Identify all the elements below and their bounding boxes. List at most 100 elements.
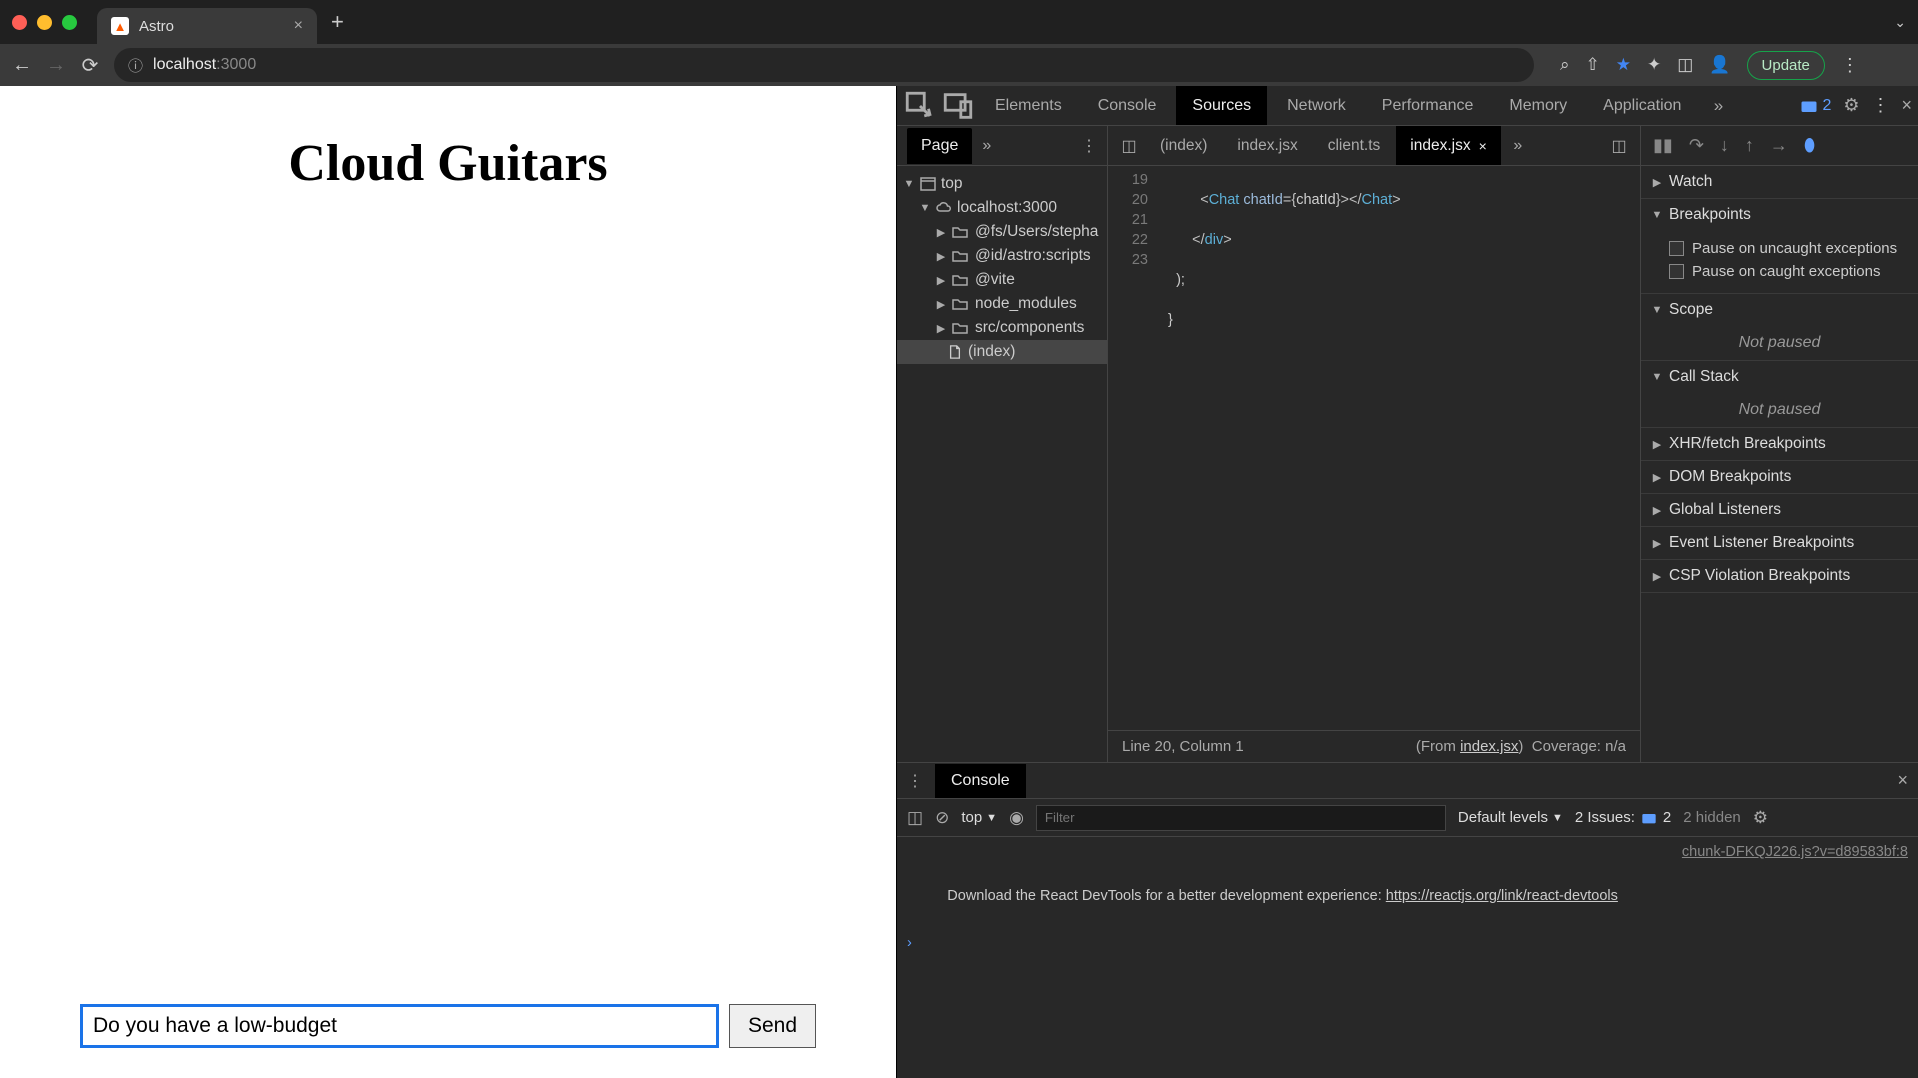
tree-folder[interactable]: ▶ @vite: [897, 268, 1107, 292]
toggle-sidebar-icon[interactable]: ◫: [907, 808, 923, 828]
debug-controls: ▮▮ ↷ ↓ ↑ → ⬮: [1641, 126, 1918, 166]
console-issues[interactable]: 2 Issues: 2: [1575, 809, 1671, 826]
editor-tab[interactable]: client.ts: [1314, 126, 1395, 165]
back-button[interactable]: ←: [12, 54, 32, 77]
call-stack-section[interactable]: ▼Call Stack: [1641, 361, 1918, 393]
close-tab-icon[interactable]: ×: [294, 17, 303, 35]
site-info-icon[interactable]: ⓘ: [128, 55, 143, 76]
dom-breakpoints-section[interactable]: ▶DOM Breakpoints: [1641, 461, 1918, 493]
toggle-debugger-icon[interactable]: ◫: [1604, 136, 1634, 156]
watch-section[interactable]: ▶Watch: [1641, 166, 1918, 198]
tree-folder[interactable]: ▶ @id/astro:scripts: [897, 244, 1107, 268]
step-out-icon[interactable]: ↑: [1745, 135, 1754, 156]
close-editor-tab-icon[interactable]: ×: [1479, 138, 1487, 154]
browser-tab[interactable]: ▲ Astro ×: [97, 8, 317, 44]
tree-file[interactable]: (index): [897, 340, 1107, 364]
toggle-navigator-icon[interactable]: ◫: [1114, 136, 1144, 156]
tree-top[interactable]: ▼ top: [897, 172, 1107, 196]
devtools-menu-icon[interactable]: ⋮: [1871, 95, 1889, 116]
inspect-element-icon[interactable]: [903, 89, 937, 123]
console-prompt[interactable]: ›: [907, 935, 1908, 951]
global-listeners-section[interactable]: ▶Global Listeners: [1641, 494, 1918, 526]
devtools-tab-elements[interactable]: Elements: [979, 86, 1078, 125]
more-tabs-icon[interactable]: »: [1701, 96, 1735, 116]
devtools-tab-sources[interactable]: Sources: [1176, 86, 1267, 125]
clear-console-icon[interactable]: ⊘: [935, 808, 949, 828]
devtools-tab-performance[interactable]: Performance: [1366, 86, 1490, 125]
step-icon[interactable]: →: [1770, 135, 1788, 156]
cursor-position: Line 20, Column 1: [1122, 738, 1244, 755]
devtools-tab-memory[interactable]: Memory: [1493, 86, 1583, 125]
step-into-icon[interactable]: ↓: [1720, 135, 1729, 156]
devtools-tab-application[interactable]: Application: [1587, 86, 1697, 125]
hidden-count[interactable]: 2 hidden: [1683, 809, 1741, 826]
side-panel-icon[interactable]: ◫: [1677, 55, 1693, 75]
browser-menu-icon[interactable]: ⋮: [1841, 55, 1859, 76]
forward-button[interactable]: →: [46, 54, 66, 77]
devtools-tab-network[interactable]: Network: [1271, 86, 1362, 125]
log-levels-dropdown[interactable]: Default levels ▼: [1458, 809, 1563, 826]
live-expression-icon[interactable]: ◉: [1009, 808, 1024, 828]
tree-folder[interactable]: ▶ node_modules: [897, 292, 1107, 316]
devtools-tab-console[interactable]: Console: [1082, 86, 1173, 125]
console-output[interactable]: chunk-DFKQJ226.js?v=d89583bf:8 Download …: [897, 837, 1918, 1078]
navigator-tab-page[interactable]: Page: [907, 128, 972, 164]
console-menu-icon[interactable]: ⋮: [907, 771, 923, 791]
devtools-settings-icon[interactable]: ⚙: [1843, 95, 1859, 116]
chat-input[interactable]: [80, 1004, 719, 1048]
tabs-dropdown-icon[interactable]: ⌄: [1894, 14, 1906, 31]
file-tree: ▼ top ▼ localhost:3000 ▶ @fs/Users/steph…: [897, 166, 1107, 370]
close-window-button[interactable]: [12, 15, 27, 30]
xhr-breakpoints-section[interactable]: ▶XHR/fetch Breakpoints: [1641, 428, 1918, 460]
log-link[interactable]: https://reactjs.org/link/react-devtools: [1386, 888, 1618, 904]
bookmark-icon[interactable]: ★: [1616, 55, 1631, 75]
pause-caught-checkbox[interactable]: Pause on caught exceptions: [1669, 260, 1904, 283]
source-map-link[interactable]: index.jsx: [1460, 738, 1518, 755]
maximize-window-button[interactable]: [62, 15, 77, 30]
extensions-icon[interactable]: ✦: [1647, 55, 1661, 75]
editor-tab[interactable]: (index): [1146, 126, 1221, 165]
console-settings-icon[interactable]: ⚙: [1753, 808, 1768, 828]
tree-folder[interactable]: ▶ @fs/Users/stepha: [897, 220, 1107, 244]
reload-button[interactable]: ⟳: [80, 53, 100, 78]
deactivate-breakpoints-icon[interactable]: ⬮: [1804, 135, 1815, 156]
folder-icon: [952, 297, 970, 311]
navigator-menu-icon[interactable]: ⋮: [1081, 136, 1097, 156]
more-editor-tabs-icon[interactable]: »: [1503, 137, 1533, 155]
event-listener-breakpoints-section[interactable]: ▶Event Listener Breakpoints: [1641, 527, 1918, 559]
debugger-sidebar: ▮▮ ↷ ↓ ↑ → ⬮ ▶Watch ▼Breakpoints Pause o…: [1640, 126, 1918, 762]
profile-icon[interactable]: 👤: [1709, 55, 1730, 75]
tree-host[interactable]: ▼ localhost:3000: [897, 196, 1107, 220]
zoom-icon[interactable]: ⌕: [1560, 55, 1570, 75]
address-bar[interactable]: ⓘ localhost:3000: [114, 48, 1534, 82]
device-toolbar-icon[interactable]: [941, 89, 975, 123]
new-tab-button[interactable]: +: [331, 9, 344, 35]
devtools-close-icon[interactable]: ×: [1901, 95, 1912, 116]
console-filter-input[interactable]: [1036, 805, 1446, 831]
code-editor[interactable]: 19 20 21 22 23 <Chat chatId={chatId}></C…: [1108, 166, 1640, 730]
editor-pane: ◫ (index) index.jsx client.ts index.jsx …: [1108, 126, 1640, 762]
pause-uncaught-checkbox[interactable]: Pause on uncaught exceptions: [1669, 237, 1904, 260]
tree-folder[interactable]: ▶ src/components: [897, 316, 1107, 340]
console-tab[interactable]: Console: [935, 764, 1026, 798]
share-icon[interactable]: ⇧: [1586, 55, 1600, 75]
log-source-link[interactable]: chunk-DFKQJ226.js?v=d89583bf:8: [907, 841, 1908, 863]
csp-violation-breakpoints-section[interactable]: ▶CSP Violation Breakpoints: [1641, 560, 1918, 592]
devtools-tabbar: Elements Console Sources Network Perform…: [897, 86, 1918, 126]
log-message: Download the React DevTools for a better…: [907, 863, 1908, 929]
editor-tab[interactable]: index.jsx: [1223, 126, 1311, 165]
step-over-icon[interactable]: ↷: [1689, 135, 1704, 156]
send-button[interactable]: Send: [729, 1004, 816, 1048]
console-context[interactable]: top ▼: [961, 809, 997, 826]
pause-icon[interactable]: ▮▮: [1653, 135, 1673, 156]
editor-tab-active[interactable]: index.jsx ×: [1396, 126, 1501, 165]
navigator-more-tabs-icon[interactable]: »: [982, 137, 991, 155]
scope-section[interactable]: ▼Scope: [1641, 294, 1918, 326]
window-icon: [920, 177, 936, 191]
issues-indicator[interactable]: 2: [1800, 97, 1831, 115]
breakpoints-section[interactable]: ▼Breakpoints: [1641, 199, 1918, 231]
minimize-window-button[interactable]: [37, 15, 52, 30]
scope-not-paused: Not paused: [1641, 326, 1918, 360]
console-close-icon[interactable]: ×: [1897, 770, 1908, 791]
update-button[interactable]: Update: [1747, 51, 1825, 80]
